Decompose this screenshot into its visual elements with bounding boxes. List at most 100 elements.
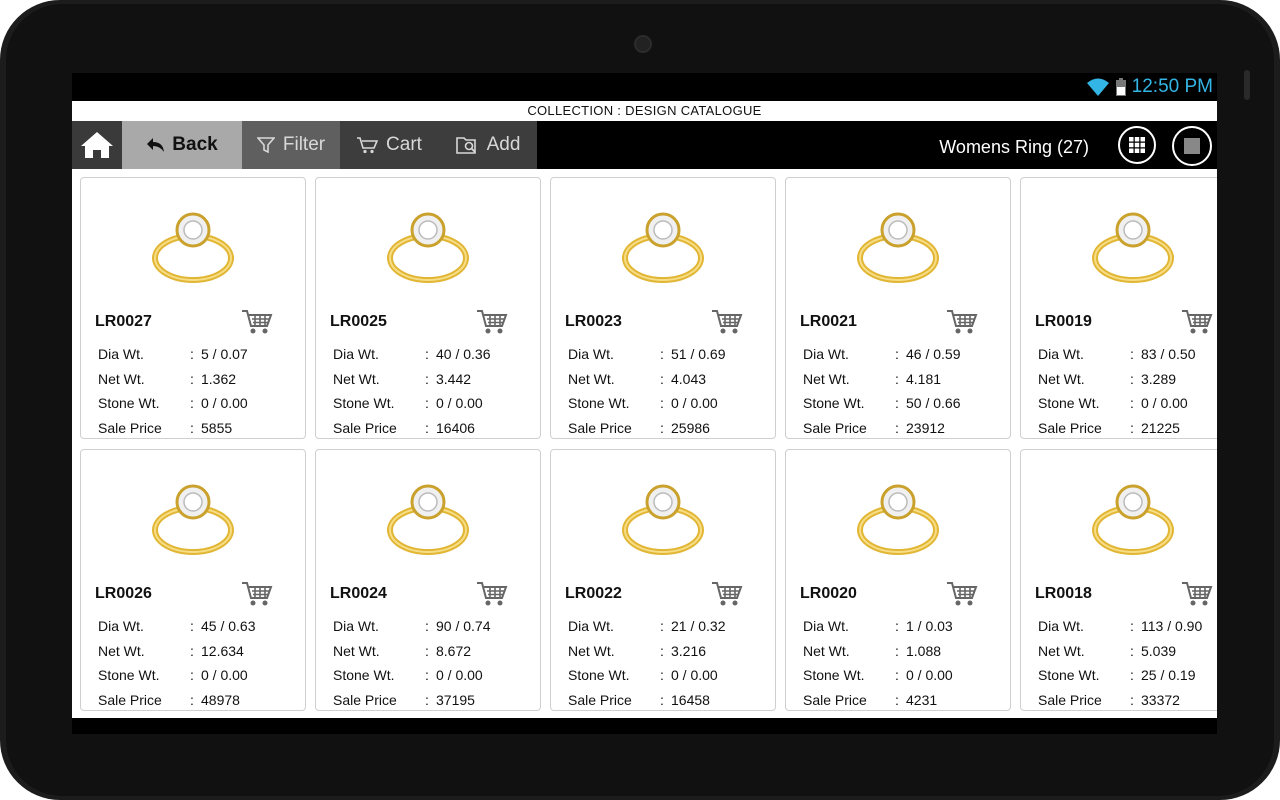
spec-row-net: Net Wt. : 8.672 [333,639,533,664]
net-wt-label: Net Wt. [333,642,380,659]
camera-icon [634,35,652,53]
status-bar: 12:50 PM [72,73,1217,101]
product-specs: Dia Wt. : 46 / 0.59 Net Wt. : 4.181 Ston… [803,342,1003,439]
sale-price-label: Sale Price [803,419,867,436]
add-to-cart-icon[interactable] [946,580,978,608]
spec-row-dia: Dia Wt. : 83 / 0.50 [1038,342,1217,367]
wifi-icon [1086,78,1109,96]
sale-price-value: 5855 [201,419,233,436]
product-code: LR0019 [1035,313,1092,330]
add-to-cart-icon[interactable] [1181,308,1213,336]
separator: : [425,691,429,708]
back-button[interactable]: Back [122,121,242,169]
product-card[interactable]: LR0023 Dia Wt. : 51 / 0.69 Net Wt. : 4.0… [550,177,776,439]
add-to-cart-icon[interactable] [241,308,273,336]
status-right: 12:50 PM [1086,76,1213,98]
add-to-cart-icon[interactable] [1181,580,1213,608]
spec-row-dia: Dia Wt. : 5 / 0.07 [98,342,298,367]
product-card[interactable]: LR0024 Dia Wt. : 90 / 0.74 Net Wt. : 8.6… [315,449,541,711]
product-card[interactable]: LR0022 Dia Wt. : 21 / 0.32 Net Wt. : 3.2… [550,449,776,711]
stone-wt-label: Stone Wt. [1038,395,1100,412]
ring-image [152,484,234,555]
battery-icon [1115,78,1126,96]
dia-wt-label: Dia Wt. [803,618,849,635]
add-search-icon [455,137,476,154]
product-specs: Dia Wt. : 1 / 0.03 Net Wt. : 1.088 Stone… [803,614,1003,711]
add-to-cart-icon[interactable] [476,580,508,608]
dia-wt-label: Dia Wt. [333,618,379,635]
add-to-cart-icon[interactable] [711,308,743,336]
bottom-bar [72,718,1217,734]
sale-price-label: Sale Price [98,419,162,436]
net-wt-label: Net Wt. [803,370,850,387]
dia-wt-label: Dia Wt. [1038,346,1084,363]
separator: : [190,642,194,659]
product-card[interactable]: LR0027 Dia Wt. : 5 / 0.07 Net Wt. : 1.36… [80,177,306,439]
add-to-cart-icon[interactable] [711,580,743,608]
separator: : [895,370,899,387]
product-card[interactable]: LR0021 Dia Wt. : 46 / 0.59 Net Wt. : 4.1… [785,177,1011,439]
dia-wt-label: Dia Wt. [333,346,379,363]
net-wt-value: 1.088 [906,642,942,659]
net-wt-value: 3.216 [671,642,707,659]
dia-wt-label: Dia Wt. [568,618,614,635]
product-card[interactable]: LR0026 Dia Wt. : 45 / 0.63 Net Wt. : 12.… [80,449,306,711]
stone-wt-label: Stone Wt. [803,395,865,412]
separator: : [1130,346,1134,363]
sale-price-value: 48978 [201,691,240,708]
add-to-cart-icon[interactable] [476,308,508,336]
sale-price-label: Sale Price [333,691,397,708]
product-code: LR0021 [800,313,857,330]
add-to-cart-icon[interactable] [241,580,273,608]
product-specs: Dia Wt. : 51 / 0.69 Net Wt. : 4.043 Ston… [568,342,768,438]
product-card[interactable]: LR0025 Dia Wt. : 40 / 0.36 Net Wt. : 3.4… [315,177,541,439]
collection-title: COLLECTION : DESIGN CATALOGUE [72,101,1217,121]
net-wt-value: 4.181 [906,370,942,387]
cart-button[interactable]: Cart [340,121,438,169]
separator: : [190,395,194,412]
filter-button[interactable]: Filter [242,121,340,169]
sale-price-label: Sale Price [1038,691,1102,708]
home-icon [81,132,113,158]
spec-row-price: Sale Price : 23912 [803,416,1003,439]
grid-view-button[interactable] [1118,126,1156,164]
spec-row-stone: Stone Wt. : 0 / 0.00 [568,663,768,688]
separator: : [1130,618,1134,635]
stone-wt-value: 0 / 0.00 [201,395,248,412]
separator: : [660,691,664,708]
spec-row-price: Sale Price : 16406 [333,416,533,439]
separator: : [190,370,194,387]
separator: : [660,419,664,436]
sale-price-value: 16458 [671,691,710,708]
spec-row-stone: Stone Wt. : 0 / 0.00 [98,663,298,688]
single-view-button[interactable] [1172,126,1212,166]
filter-label: Filter [282,134,326,155]
spec-row-net: Net Wt. : 4.043 [568,367,768,392]
separator: : [895,691,899,708]
add-button[interactable]: Add [438,121,537,169]
home-button[interactable] [72,121,122,169]
filter-icon [256,137,275,154]
back-label: Back [172,134,218,155]
spec-row-stone: Stone Wt. : 0 / 0.00 [1038,391,1217,416]
dia-wt-label: Dia Wt. [98,346,144,363]
net-wt-label: Net Wt. [568,642,615,659]
ring-image [152,212,234,283]
net-wt-label: Net Wt. [1038,370,1085,387]
add-to-cart-icon[interactable] [946,308,978,336]
spec-row-stone: Stone Wt. : 0 / 0.00 [98,391,298,416]
spec-row-price: Sale Price : 4231 [803,688,1003,711]
spec-row-dia: Dia Wt. : 113 / 0.90 [1038,614,1217,639]
ring-image [1092,484,1174,555]
sale-price-value: 33372 [1141,691,1180,708]
net-wt-value: 8.672 [436,642,472,659]
product-card[interactable]: LR0020 Dia Wt. : 1 / 0.03 Net Wt. : 1.08… [785,449,1011,711]
separator: : [660,346,664,363]
spec-row-net: Net Wt. : 12.634 [98,639,298,664]
net-wt-value: 12.634 [201,642,244,659]
sale-price-value: 23912 [906,419,945,436]
separator: : [895,346,899,363]
product-card[interactable]: LR0018 Dia Wt. : 113 / 0.90 Net Wt. : 5.… [1020,449,1217,711]
product-card[interactable]: LR0019 Dia Wt. : 83 / 0.50 Net Wt. : 3.2… [1020,177,1217,439]
spec-row-stone: Stone Wt. : 0 / 0.00 [803,663,1003,688]
